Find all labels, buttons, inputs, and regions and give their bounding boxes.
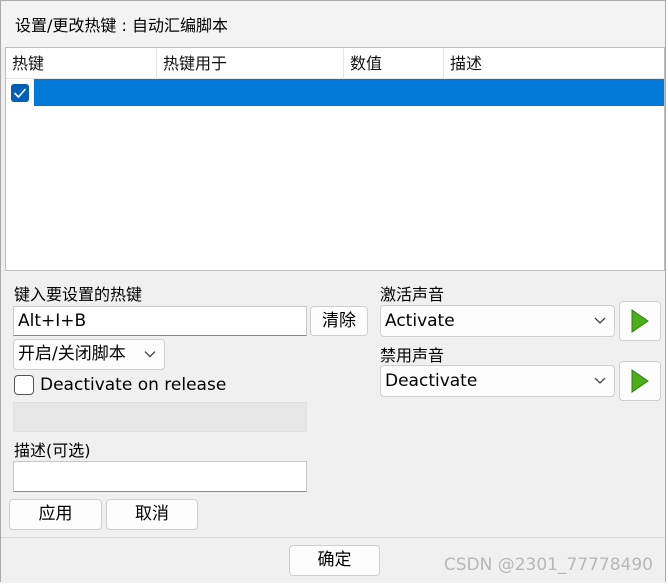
play-icon — [631, 369, 649, 393]
deactivate-sound-select[interactable]: Deactivate — [380, 365, 615, 397]
watermark: CSDN @2301_77778490 — [443, 555, 653, 575]
settings-panel: 键入要设置的热键 Alt+I+B 清除 开启/关闭脚本 Deactivate o… — [1, 271, 665, 537]
deactivate-on-release-checkbox[interactable] — [14, 375, 34, 395]
activate-sound-select[interactable]: Activate — [380, 305, 615, 337]
clear-button[interactable]: 清除 — [310, 306, 368, 336]
action-select-value: 开启/关闭脚本 — [18, 344, 126, 364]
ok-button[interactable]: 确定 — [289, 545, 380, 576]
dialog-footer: 确定 CSDN @2301_77778490 — [1, 537, 665, 583]
play-icon — [631, 309, 649, 333]
hotkey-dialog: 设置/更改热键 : 自动汇编脚本 热键 热键用于 数值 描述 键入要设置的热键 … — [0, 0, 666, 583]
hotkey-input[interactable]: Alt+I+B — [13, 306, 307, 336]
chevron-down-icon — [594, 365, 606, 395]
deactivate-sound-value: Deactivate — [385, 371, 478, 391]
play-deactivate-sound-button[interactable] — [619, 361, 661, 401]
deactivate-sound-label: 禁用声音 — [380, 346, 445, 365]
cancel-button[interactable]: 取消 — [106, 499, 198, 530]
column-header-value[interactable]: 数值 — [344, 48, 444, 79]
window-title: 设置/更改热键 : 自动汇编脚本 — [15, 16, 228, 35]
description-label: 描述(可选) — [14, 441, 91, 460]
hotkey-label: 键入要设置的热键 — [14, 285, 143, 304]
chevron-down-icon — [144, 339, 156, 368]
checkmark-icon — [14, 88, 26, 98]
play-activate-sound-button[interactable] — [619, 301, 661, 341]
column-header-used-for[interactable]: 热键用于 — [157, 48, 344, 79]
list-header: 热键 热键用于 数值 描述 — [6, 48, 664, 79]
action-select[interactable]: 开启/关闭脚本 — [13, 339, 165, 370]
column-header-hotkey[interactable]: 热键 — [6, 48, 157, 79]
apply-button[interactable]: 应用 — [9, 499, 102, 530]
hotkey-list[interactable]: 热键 热键用于 数值 描述 — [5, 47, 665, 271]
table-row[interactable] — [6, 79, 664, 107]
chevron-down-icon — [594, 305, 606, 335]
selected-row-highlight — [34, 79, 664, 106]
title-bar: 设置/更改热键 : 自动汇编脚本 — [1, 1, 665, 47]
activate-sound-value: Activate — [385, 311, 455, 331]
row-checkbox[interactable] — [11, 84, 29, 102]
disabled-field — [13, 402, 307, 432]
description-input[interactable] — [13, 461, 307, 492]
deactivate-on-release-label: Deactivate on release — [40, 375, 227, 395]
column-header-description[interactable]: 描述 — [444, 48, 664, 79]
activate-sound-label: 激活声音 — [380, 285, 445, 304]
